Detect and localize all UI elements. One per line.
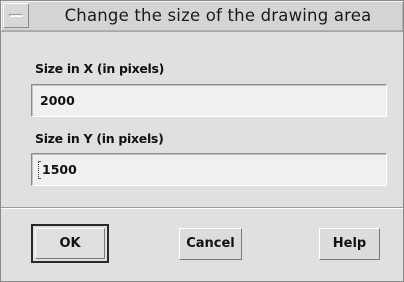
size-y-input[interactable]	[31, 153, 387, 186]
dialog-title: Change the size of the drawing area	[64, 6, 372, 25]
size-y-label: Size in Y (in pixels)	[35, 131, 164, 146]
cancel-button[interactable]: Cancel	[179, 228, 242, 260]
size-x-input[interactable]	[31, 84, 387, 117]
window-menu-icon[interactable]	[3, 3, 29, 28]
ok-button[interactable]: OK	[31, 224, 109, 263]
ok-button-label: OK	[35, 228, 105, 259]
window-menu-bar	[9, 14, 23, 17]
button-separator	[1, 207, 403, 209]
size-x-label: Size in X (in pixels)	[35, 61, 165, 76]
title-bar[interactable]: Change the size of the drawing area	[1, 1, 403, 32]
text-cursor-icon	[38, 161, 41, 179]
change-size-dialog: Change the size of the drawing area Size…	[0, 0, 404, 282]
help-button[interactable]: Help	[319, 228, 380, 260]
